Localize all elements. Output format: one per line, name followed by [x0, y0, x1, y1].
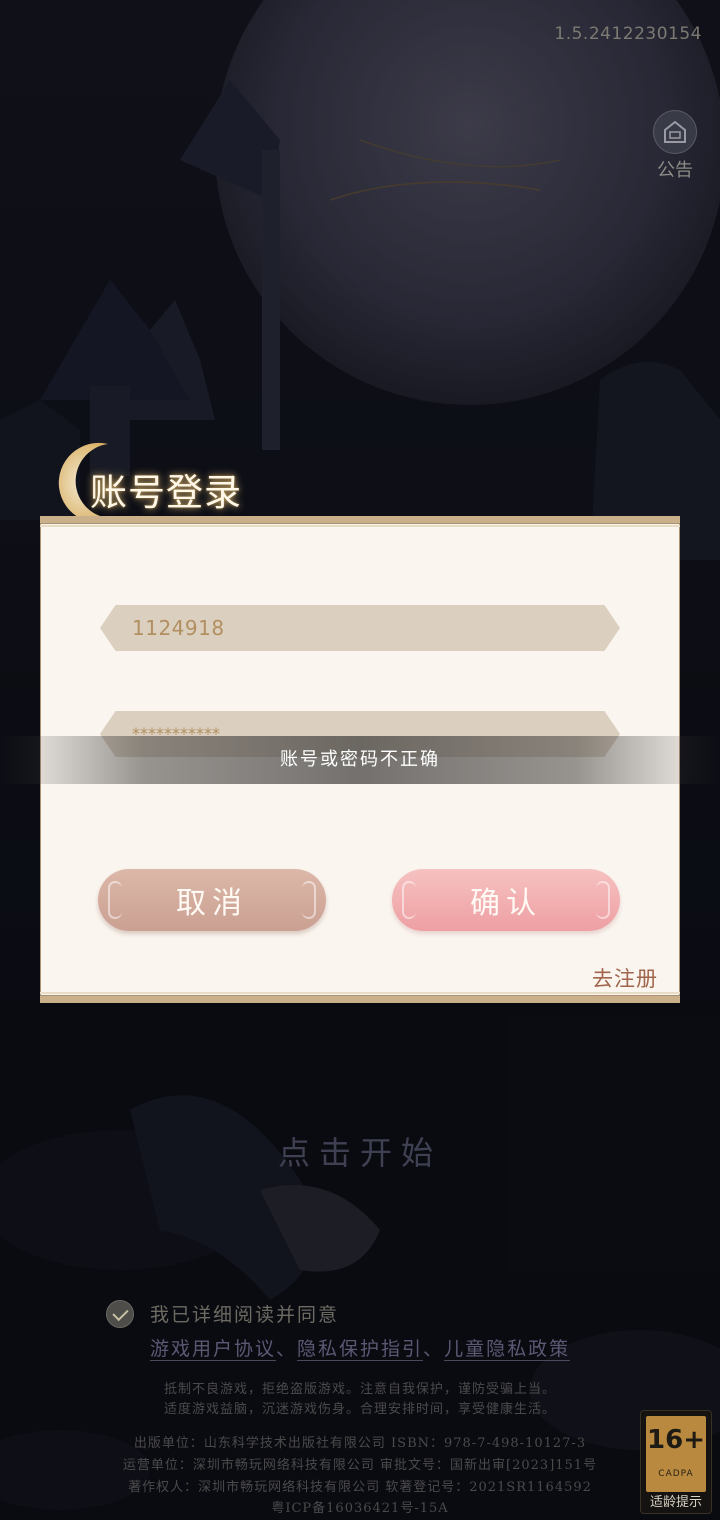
login-title-text: 账号登录	[90, 471, 242, 514]
notice-icon	[653, 110, 697, 154]
cancel-button[interactable]: 取消	[98, 869, 326, 931]
legal-line: 著作权人：深圳市畅玩网络科技有限公司 软著登记号：2021SR1164592	[128, 1480, 592, 1495]
age-rating-badge[interactable]: 16+ CADPA 适龄提示	[640, 1410, 712, 1514]
agreement-links: 游戏用户协议、隐私保护指引、儿童隐私政策	[150, 1334, 571, 1361]
error-toast: 账号或密码不正确	[0, 736, 720, 784]
tap-to-start[interactable]: 点击开始	[0, 1128, 720, 1174]
age-rating-org: CADPA	[658, 1469, 694, 1479]
child-privacy-link[interactable]: 儿童隐私政策	[444, 1338, 571, 1361]
scroll-ornament-icon	[402, 881, 416, 919]
legal-line: 抵制不良游戏，拒绝盗版游戏。注意自我保护，谨防受骗上当。	[163, 1382, 556, 1397]
notice-label: 公告	[657, 160, 693, 181]
version-label: 1.5.2412230154	[554, 24, 702, 44]
user-agreement-link[interactable]: 游戏用户协议	[150, 1338, 277, 1361]
account-input[interactable]: 1124918	[100, 605, 620, 651]
link-separator: 、	[423, 1338, 445, 1360]
notice-button[interactable]: 公告	[646, 110, 704, 181]
age-rating-tip: 适龄提示	[649, 1495, 702, 1510]
age-rating-number: 16+	[647, 1425, 705, 1455]
confirm-label: 确认	[470, 886, 542, 921]
agreement-checkbox[interactable]	[106, 1300, 134, 1328]
scroll-ornament-icon	[108, 881, 122, 919]
legal-line: 出版单位：山东科学技术出版社有限公司 ISBN：978-7-498-10127-…	[133, 1436, 587, 1451]
link-separator: 、	[276, 1338, 298, 1360]
register-link[interactable]: 去注册	[592, 963, 658, 996]
scroll-ornament-icon	[596, 881, 610, 919]
login-title: 账号登录	[48, 436, 308, 526]
account-value: 1124918	[132, 616, 225, 640]
scroll-ornament-icon	[302, 881, 316, 919]
confirm-button[interactable]: 确认	[392, 869, 620, 931]
cancel-label: 取消	[176, 886, 248, 921]
privacy-guide-link[interactable]: 隐私保护指引	[297, 1338, 424, 1361]
legal-line: 粤ICP备16036421号-15A	[271, 1501, 449, 1516]
error-toast-text: 账号或密码不正确	[280, 749, 440, 770]
agreement-text: 我已详细阅读并同意	[150, 1304, 340, 1326]
legal-line: 运营单位：深圳市畅玩网络科技有限公司 审批文号：国新出审[2023]151号	[122, 1458, 598, 1473]
legal-line: 适度游戏益脑，沉迷游戏伤身。合理安排时间，享受健康生活。	[163, 1402, 556, 1417]
